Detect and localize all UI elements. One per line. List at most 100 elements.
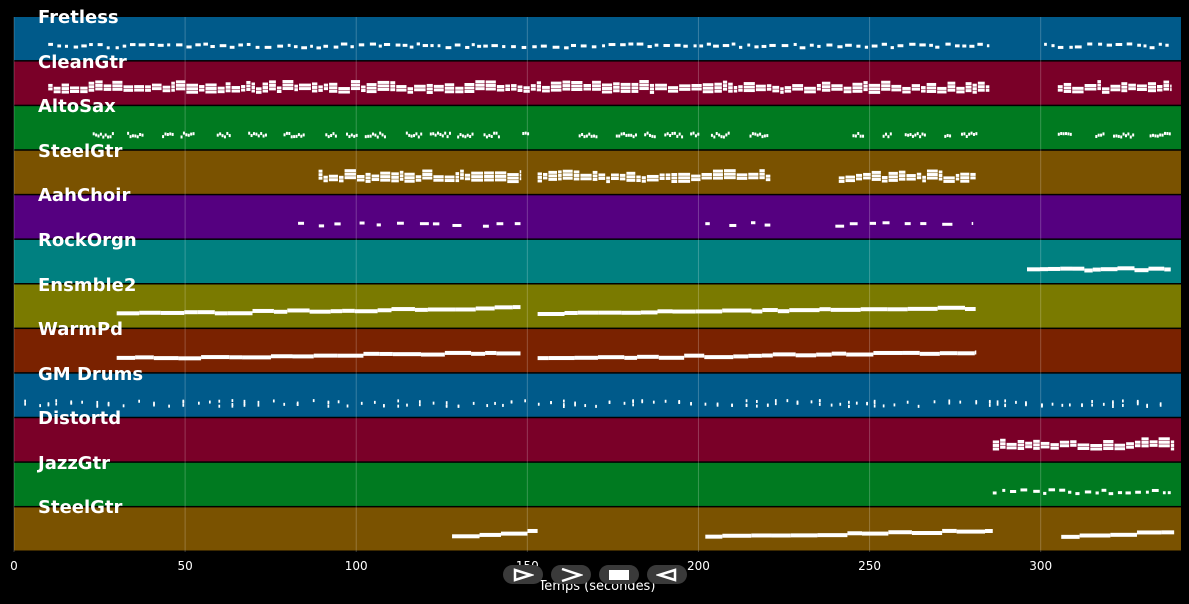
- note-mark: [109, 135, 112, 139]
- note-mark: [311, 85, 318, 89]
- note-mark: [881, 176, 888, 180]
- note-mark: [246, 87, 251, 91]
- note-mark: [713, 135, 716, 139]
- note-mark: [843, 90, 852, 94]
- note-mark: [871, 170, 881, 174]
- note-mark: [1135, 490, 1141, 494]
- note-mark: [762, 308, 778, 313]
- x-tick-label: 0: [10, 559, 18, 573]
- note-mark: [738, 88, 743, 92]
- note-mark: [761, 44, 767, 48]
- note-mark: [1048, 266, 1061, 271]
- note-mark: [796, 401, 799, 405]
- note-mark: [736, 173, 748, 177]
- note-mark: [722, 533, 752, 538]
- note-mark: [252, 132, 255, 136]
- note-mark: [1126, 42, 1133, 46]
- note-mark: [975, 400, 978, 404]
- note-mark: [251, 85, 255, 89]
- note-mark: [455, 307, 476, 312]
- note-mark: [171, 85, 175, 89]
- note-mark: [149, 43, 155, 47]
- note-mark: [273, 309, 288, 314]
- back-button[interactable]: [647, 565, 687, 584]
- note-mark: [530, 87, 536, 91]
- note-mark: [1136, 87, 1147, 91]
- note-mark: [620, 89, 631, 93]
- note-mark: [542, 172, 548, 176]
- note-mark: [542, 89, 550, 93]
- note-mark: [358, 43, 365, 47]
- note-mark: [1069, 45, 1073, 49]
- note-mark: [751, 221, 756, 225]
- forward-button[interactable]: [551, 565, 591, 584]
- note-mark: [881, 84, 891, 88]
- note-mark: [716, 403, 719, 407]
- note-mark: [1091, 403, 1093, 407]
- note-mark: [138, 43, 146, 47]
- note-mark: [1158, 440, 1170, 444]
- note-mark: [942, 222, 953, 226]
- track-label: AltoSax: [38, 96, 116, 118]
- play-button[interactable]: [503, 565, 543, 584]
- note-mark: [1149, 134, 1152, 138]
- note-mark: [39, 404, 41, 408]
- note-mark: [621, 310, 641, 315]
- note-mark: [500, 531, 528, 536]
- note-mark: [977, 42, 983, 46]
- note-mark: [578, 134, 581, 138]
- track-band: [14, 418, 1181, 462]
- note-mark: [916, 176, 922, 180]
- note-mark: [166, 132, 169, 136]
- note-mark: [457, 404, 460, 408]
- note-mark: [493, 131, 496, 135]
- note-mark: [1081, 403, 1083, 407]
- note-mark: [988, 399, 991, 403]
- note-mark: [414, 307, 428, 312]
- note-mark: [186, 90, 199, 94]
- note-mark: [898, 174, 906, 178]
- note-mark: [667, 86, 679, 90]
- note-mark: [377, 87, 390, 91]
- track-band: [14, 195, 1181, 239]
- stop-button[interactable]: [599, 565, 639, 584]
- note-mark: [542, 176, 548, 180]
- note-mark: [1091, 399, 1093, 403]
- note-mark: [960, 132, 963, 136]
- note-mark: [427, 307, 456, 312]
- note-mark: [963, 132, 966, 136]
- note-mark: [938, 177, 943, 181]
- note-mark: [1051, 402, 1054, 406]
- note-mark: [1043, 491, 1047, 495]
- note-mark: [410, 134, 413, 138]
- note-mark: [380, 178, 391, 182]
- note-mark: [332, 132, 335, 136]
- note-mark: [475, 83, 485, 87]
- note-mark: [448, 131, 451, 135]
- note-mark: [1033, 439, 1040, 443]
- note-mark: [907, 306, 938, 311]
- track-band: [14, 507, 1181, 551]
- x-tick-label: 300: [1029, 559, 1053, 573]
- note-mark: [595, 404, 597, 408]
- note-mark: [922, 179, 926, 183]
- note-mark: [134, 88, 145, 92]
- note-mark: [536, 81, 542, 85]
- note-mark: [665, 173, 671, 177]
- note-mark: [620, 86, 631, 90]
- note-mark: [527, 528, 538, 533]
- note-mark: [116, 355, 136, 360]
- note-mark: [573, 170, 580, 174]
- track-band: [14, 329, 1181, 373]
- note-mark: [346, 404, 349, 408]
- note-mark: [562, 87, 571, 91]
- note-mark: [631, 86, 639, 90]
- note-mark: [537, 402, 540, 406]
- note-mark: [845, 175, 855, 179]
- note-mark: [346, 132, 349, 136]
- note-mark: [1122, 132, 1125, 136]
- note-mark: [914, 133, 917, 137]
- note-mark: [311, 89, 318, 93]
- note-mark: [494, 171, 507, 175]
- note-mark: [1057, 132, 1060, 136]
